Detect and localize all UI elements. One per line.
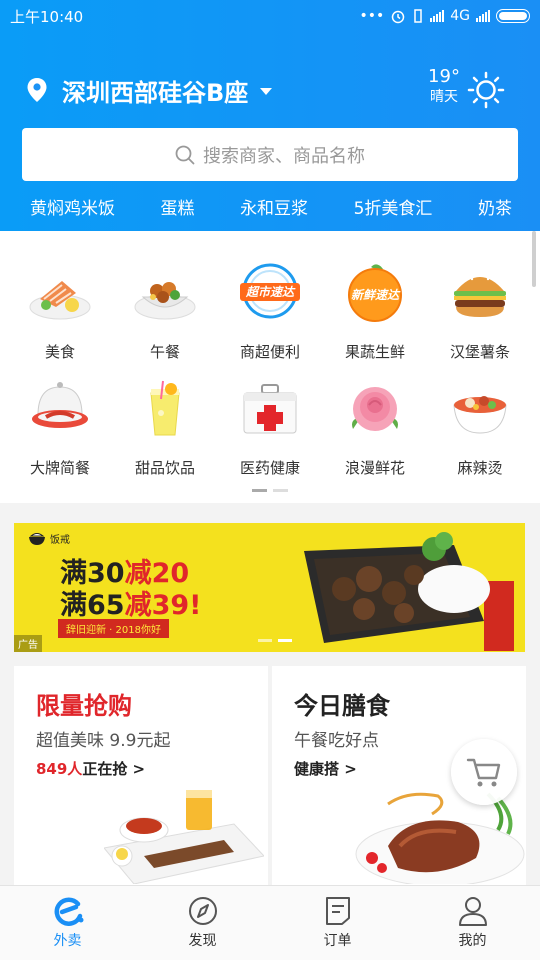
banner-line2: 满65减39! (60, 590, 202, 621)
svg-text:新鲜速达: 新鲜速达 (351, 288, 401, 302)
search-placeholder: 搜索商家、商品名称 (203, 145, 365, 167)
bottom-tab-bar: 外卖 发现 订单 我的 (0, 885, 540, 960)
tab-label: 我的 (458, 933, 487, 949)
drink-cup-icon (150, 380, 180, 436)
hot-word[interactable]: 奶茶 (478, 194, 512, 219)
category-label: 医药健康 (239, 459, 300, 477)
sun-icon[interactable] (466, 70, 506, 110)
buyer-count: 849人 (36, 760, 83, 778)
category-label: 汉堡薯条 (449, 343, 510, 361)
flash-sale-card[interactable]: 限量抢购 超值美味 9.9元起 849人正在抢 > (14, 666, 268, 885)
category-supermarket[interactable]: 超市速达 商超便利 (220, 263, 320, 362)
hot-search-words: 黄焖鸡米饭 蛋糕 永和豆浆 5折美食汇 奶茶 (0, 194, 540, 219)
promo-banner[interactable]: 饭戒 满30减20 满65减39! 辞旧迎新 · 2018你好 广告 (14, 523, 525, 652)
rose-icon (352, 387, 398, 431)
category-flowers[interactable]: 浪漫鲜花 (325, 379, 425, 478)
order-list-icon (325, 897, 350, 925)
compass-icon (188, 897, 217, 925)
tab-takeout[interactable]: 外卖 (0, 886, 135, 960)
status-bar: 上午10:40 ••• 4G (0, 0, 540, 32)
brand-logo: 饭戒 (28, 531, 70, 546)
status-icons: ••• 4G (359, 8, 530, 24)
card-action-text: 正在抢 > (82, 760, 146, 778)
tab-profile[interactable]: 我的 (405, 886, 540, 960)
weather-text: 晴天 (430, 89, 458, 105)
network-type: 4G (450, 8, 470, 24)
category-grid: 美食 午餐 超市速达 商超便利 新鲜速达 果蔬生鲜 汉堡薯条 大牌简餐 甜品饮品… (0, 231, 540, 503)
tab-discover[interactable]: 发现 (135, 886, 270, 960)
location-name: 深圳西部硅谷B座 (62, 78, 249, 107)
category-fresh[interactable]: 新鲜速达 果蔬生鲜 (325, 263, 425, 362)
signal-icon (430, 10, 445, 22)
card-title: 今日膳食 (294, 692, 390, 720)
signal-icon-2 (476, 10, 490, 22)
category-page-indicator (252, 489, 288, 492)
search-icon (175, 145, 195, 164)
alarm-icon (391, 10, 405, 24)
category-burger[interactable]: 汉堡薯条 (430, 263, 530, 362)
eleme-logo-icon (54, 897, 83, 926)
category-label: 麻辣烫 (457, 459, 503, 477)
shopping-cart-icon (466, 758, 501, 787)
category-malatang[interactable]: 麻辣烫 (430, 379, 530, 478)
category-food[interactable]: 美食 (10, 263, 110, 362)
chevron-down-icon (260, 87, 273, 95)
banner-page-indicator (258, 639, 292, 642)
hot-word[interactable]: 蛋糕 (161, 194, 195, 219)
category-lunch[interactable]: 午餐 (115, 263, 215, 362)
hot-word[interactable]: 5折美食汇 (354, 194, 433, 219)
battery-icon (496, 9, 530, 23)
category-label: 午餐 (149, 343, 180, 361)
card-action-text: 健康搭 > (294, 760, 357, 778)
card-subtitle: 午餐吃好点 (294, 731, 379, 751)
tab-orders[interactable]: 订单 (270, 886, 405, 960)
user-icon (458, 897, 487, 926)
banner-subline: 辞旧迎新 · 2018你好 (58, 619, 169, 638)
weather-temp: 19° (428, 66, 460, 87)
first-aid-kit-icon (243, 384, 297, 434)
tab-label: 外卖 (53, 933, 82, 949)
search-input[interactable]: 搜索商家、商品名称 (22, 128, 518, 181)
status-time: 上午10:40 (10, 7, 84, 26)
category-dessert-drink[interactable]: 甜品饮品 (115, 379, 215, 478)
card-title: 限量抢购 (36, 692, 132, 720)
lunch-bowl-icon (134, 282, 196, 320)
category-medicine[interactable]: 医药健康 (220, 379, 320, 478)
category-label: 浪漫鲜花 (344, 459, 405, 477)
more-dots-icon: ••• (359, 8, 385, 24)
cloche-dish-icon (32, 382, 88, 428)
category-label: 大牌简餐 (29, 459, 90, 477)
location-pin-icon (27, 78, 47, 102)
scrollbar[interactable] (532, 231, 536, 287)
banner-offer-2: 满65减39! (60, 583, 201, 622)
location-selector[interactable]: 深圳西部硅谷B座 (26, 68, 273, 112)
rice-bowl-icon (29, 532, 45, 545)
ad-tag: 广告 (14, 635, 42, 652)
category-label: 果蔬生鲜 (344, 343, 405, 361)
hot-word[interactable]: 黄焖鸡米饭 (30, 194, 115, 219)
category-label: 商超便利 (239, 343, 300, 361)
supermarket-express-icon: 超市速达 (240, 263, 300, 319)
svg-text:超市速达: 超市速达 (245, 285, 296, 299)
category-label: 甜品饮品 (134, 459, 195, 477)
steak-dish-image (304, 532, 514, 651)
hot-word[interactable]: 永和豆浆 (240, 194, 308, 219)
card-action: 849人正在抢 > (36, 758, 145, 779)
tab-label: 订单 (323, 933, 352, 949)
category-label: 美食 (44, 343, 75, 361)
banner-brand: 饭戒 (50, 535, 70, 546)
fresh-orange-icon: 新鲜速达 (348, 264, 402, 322)
vibrate-icon (414, 9, 422, 23)
card-subtitle: 超值美味 9.9元起 (36, 731, 171, 751)
weather-info[interactable]: 19° 晴天 (424, 66, 464, 105)
tab-label: 发现 (188, 933, 217, 949)
header: 上午10:40 ••• 4G 深圳西部硅谷B座 19° 晴天 搜索商家、商品名称… (0, 0, 540, 231)
salmon-plate-icon (29, 281, 91, 320)
spicy-hotpot-icon (453, 396, 507, 434)
meal-tray-image (104, 790, 264, 884)
burger-icon (454, 273, 506, 317)
category-brand-meal[interactable]: 大牌简餐 (10, 379, 110, 478)
shopping-cart-button[interactable] (451, 739, 517, 805)
